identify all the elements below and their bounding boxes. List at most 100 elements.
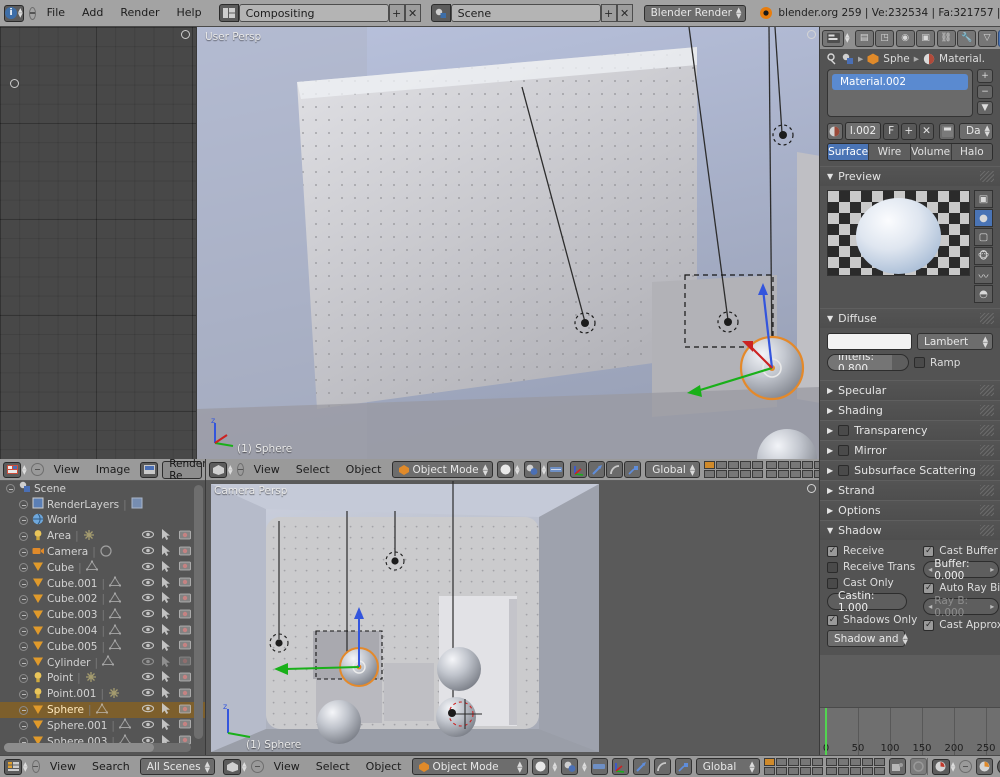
selectability-toggle[interactable] [162, 608, 171, 622]
preview-hair-icon[interactable]: 〰 [974, 266, 993, 284]
outliner-expand-icon[interactable] [6, 484, 15, 494]
renderability-toggle[interactable] [179, 561, 191, 574]
visibility-toggle[interactable] [141, 625, 155, 637]
renderability-toggle[interactable] [179, 719, 191, 732]
material-type-halo[interactable]: Halo [951, 144, 992, 160]
panel-header-options[interactable]: ▶ Options [820, 500, 1000, 520]
viewport-camera-persp[interactable]: z Camera Persp (1) Sphere [206, 481, 819, 755]
render-tab[interactable]: ▤ [854, 29, 874, 47]
screen-layout-field[interactable]: Compositing [238, 4, 389, 22]
lock-camera-icon[interactable] [888, 758, 906, 775]
outliner-data-icon[interactable] [118, 718, 132, 733]
panel-header-mirror[interactable]: ▶ Mirror [820, 440, 1000, 460]
material-specials-menu[interactable]: ▼ [977, 101, 993, 115]
add-material-slot-button[interactable]: + [977, 69, 993, 83]
timeline-collapse-icon[interactable] [959, 760, 973, 773]
copy-material-icon[interactable] [939, 122, 955, 140]
cast-buffer-shadow-checkbox[interactable] [923, 545, 935, 557]
shadow-ray-bias-field[interactable]: ◂ Ray B: 0.000 ▸ [923, 595, 1000, 619]
material-type-surface[interactable]: Surface [828, 144, 870, 160]
arrow-left-icon[interactable]: ◂ [928, 565, 932, 574]
editor-type-icon[interactable] [209, 461, 227, 478]
viewport-corner-widget[interactable] [807, 484, 816, 493]
shadow-cast-only-checkbox[interactable] [827, 577, 838, 589]
outliner-restrict-toggles[interactable] [141, 576, 191, 591]
renderability-toggle[interactable] [179, 530, 191, 543]
arrow-right-icon[interactable]: ▸ [990, 602, 994, 611]
shadows-only-checkbox[interactable] [827, 614, 838, 626]
pivot-point-icon[interactable] [523, 461, 541, 478]
manipulator-toggle-icon[interactable] [611, 758, 629, 775]
outliner-data-icon[interactable] [101, 655, 115, 670]
scene-name-field[interactable]: Scene [450, 4, 601, 22]
new-material-button[interactable]: + [900, 122, 917, 140]
transparency-checkbox[interactable] [838, 425, 850, 436]
preview-type-buttons[interactable]: ▣ ● ▢ 🐵 〰 ◓ [974, 190, 993, 303]
selectability-toggle[interactable] [162, 545, 171, 559]
diffuse-ramp-checkbox[interactable] [914, 357, 925, 368]
editor-type-icon[interactable] [223, 758, 241, 775]
sss-checkbox[interactable] [838, 465, 850, 476]
preview-sphere-sky-icon[interactable]: ◓ [974, 285, 993, 303]
renderability-toggle[interactable] [179, 625, 191, 638]
scene-browse-icon[interactable] [430, 4, 451, 22]
selectability-toggle[interactable] [162, 639, 171, 654]
image-browse-icon[interactable] [140, 461, 159, 478]
collapse-menu-icon[interactable] [28, 6, 36, 20]
outliner-expand-icon[interactable] [19, 642, 28, 652]
material-type-volume[interactable]: Volume [910, 144, 952, 160]
diffuse-color-swatch[interactable] [827, 333, 912, 350]
visibility-toggle[interactable] [141, 562, 155, 574]
viewport-shading-icon[interactable] [531, 758, 549, 775]
scene-layers[interactable] [704, 461, 819, 478]
outliner-row-cube-001[interactable]: Cube.001 | [0, 576, 205, 592]
mirror-checkbox[interactable] [838, 445, 850, 456]
renderability-toggle[interactable] [179, 577, 191, 590]
breadcrumb-object[interactable]: Sphe [883, 53, 909, 65]
editor-type-icon[interactable] [3, 461, 21, 478]
remove-material-slot-button[interactable]: − [977, 85, 993, 99]
timeline-content[interactable]: 050100150200250 [820, 655, 1000, 755]
outliner-expand-icon[interactable] [19, 705, 28, 715]
panel-header-preview[interactable]: ▼ Preview [820, 166, 1000, 186]
viewport-collapse-icon[interactable] [236, 463, 244, 476]
editor-type-icon[interactable] [4, 758, 22, 775]
fake-user-button[interactable]: F [883, 122, 899, 140]
transform-orientation-dropdown[interactable]: Global ▲ ▼ [645, 461, 701, 478]
renderability-toggle[interactable] [179, 546, 191, 559]
visibility-toggle[interactable] [141, 593, 155, 605]
outliner-row-sphere-001[interactable]: Sphere.001 | [0, 718, 205, 734]
auto-keyframe-icon[interactable] [976, 758, 994, 775]
material-name-field[interactable]: l.002 [844, 122, 882, 140]
scene-delete-button[interactable]: ✕ [616, 4, 633, 22]
manipulator-toggle-icon[interactable] [570, 461, 588, 478]
editor-type-icon[interactable] [931, 758, 950, 775]
renderability-toggle[interactable] [179, 672, 191, 685]
visibility-toggle[interactable] [141, 609, 155, 621]
breadcrumb-material[interactable]: Material. [939, 53, 985, 65]
outliner-menu-view[interactable]: View [44, 756, 82, 777]
outliner-row-cube[interactable]: Cube | [0, 560, 205, 576]
viewport-shading-icon[interactable] [497, 461, 515, 478]
outliner-expand-icon[interactable] [19, 721, 28, 731]
selectability-toggle[interactable] [162, 655, 171, 670]
outliner-data-icon[interactable] [108, 608, 122, 623]
menu-render[interactable]: Render [114, 2, 165, 24]
outliner-expand-icon[interactable] [19, 673, 28, 683]
selectability-toggle[interactable] [162, 718, 171, 733]
outliner-row-cube-005[interactable]: Cube.005 | [0, 639, 205, 655]
material-type-wire[interactable]: Wire [869, 144, 911, 160]
outliner-scrollbar-thumb[interactable] [4, 743, 154, 752]
preview-flat-icon[interactable]: ▣ [974, 190, 993, 208]
outliner-scrollbar-h[interactable] [4, 743, 191, 752]
preview-cube-icon[interactable]: ▢ [974, 228, 993, 246]
menu-add[interactable]: Add [76, 2, 109, 24]
material-preview-render[interactable] [827, 190, 970, 276]
properties-content[interactable]: ▸ Sphe ▸ Material. Material.002 + − ▼ l.… [820, 49, 1000, 655]
outliner-row-world[interactable]: World [0, 513, 205, 529]
outliner-expand-icon[interactable] [19, 689, 28, 699]
outliner-restrict-toggles[interactable] [141, 608, 191, 622]
outliner-row-cube-002[interactable]: Cube.002 | [0, 592, 205, 608]
data-tab[interactable]: ▽ [977, 29, 997, 47]
scale-manipulator-icon[interactable] [624, 461, 642, 478]
